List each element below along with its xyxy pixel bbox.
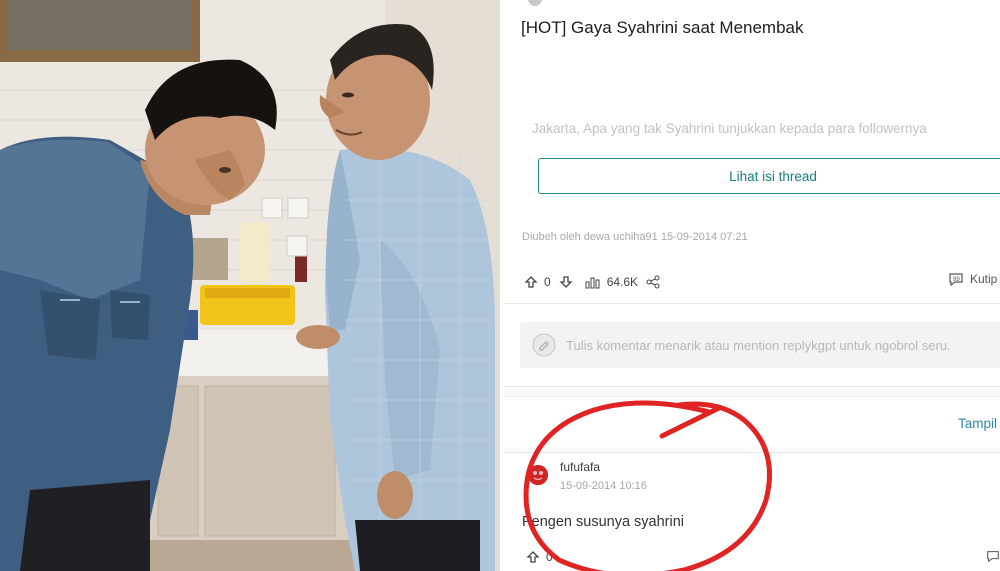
upvote-arrow-icon[interactable] [524, 275, 538, 289]
comment-actions: 0 [526, 550, 553, 564]
comment-avatar-icon [532, 333, 556, 357]
comment-upvote-icon[interactable] [526, 550, 540, 564]
comment-placeholder: Tulis komentar menarik atau mention repl… [566, 337, 951, 353]
upvote-count: 0 [544, 275, 551, 289]
comment-item: fufufafa 15-09-2014 10:16 Pengen susunya… [504, 452, 1000, 571]
comment-body: Pengen susunya syahrini [522, 514, 685, 530]
post-title[interactable]: [HOT] Gaya Syahrini saat Menembak [521, 18, 804, 38]
quote-label: Kutip [970, 272, 998, 286]
post-actions: 0 64.6K [524, 272, 660, 292]
edit-note: Diubeh oleh dewa uchiha91 15-09-2014 07:… [522, 231, 748, 243]
views-chart-icon [585, 275, 601, 289]
forum-panel: [HOT] Gaya Syahrini saat Menembak Jakart… [504, 0, 1000, 571]
author-avatar [528, 0, 542, 6]
share-icon[interactable] [646, 275, 660, 289]
view-thread-button[interactable]: Lihat isi thread [538, 158, 1000, 194]
commenter-avatar[interactable] [528, 465, 548, 485]
tampil-link[interactable]: Tampil [958, 416, 997, 431]
svg-text:99: 99 [953, 277, 960, 283]
quote-button[interactable]: 99 Kutip [948, 272, 997, 286]
comment-composer: Tulis komentar menarik atau mention repl… [504, 304, 1000, 387]
commenter-username[interactable]: fufufafa [560, 460, 600, 474]
comment-quote-icon[interactable] [986, 549, 1000, 563]
photo-panel [0, 0, 500, 571]
downvote-arrow-icon[interactable] [559, 275, 573, 289]
comment-input[interactable]: Tulis komentar menarik atau mention repl… [520, 322, 1000, 368]
comment-upvote-count: 0 [546, 550, 553, 564]
post-card: [HOT] Gaya Syahrini saat Menembak Jakart… [504, 0, 1000, 304]
photo-illustration [0, 0, 500, 571]
quote-icon: 99 [948, 272, 964, 286]
post-excerpt: Jakarta, Apa yang tak Syahrini tunjukkan… [532, 121, 927, 136]
view-count: 64.6K [606, 275, 639, 289]
comment-timestamp: 15-09-2014 10:16 [560, 480, 647, 492]
sort-row: Tampil [504, 396, 1000, 447]
